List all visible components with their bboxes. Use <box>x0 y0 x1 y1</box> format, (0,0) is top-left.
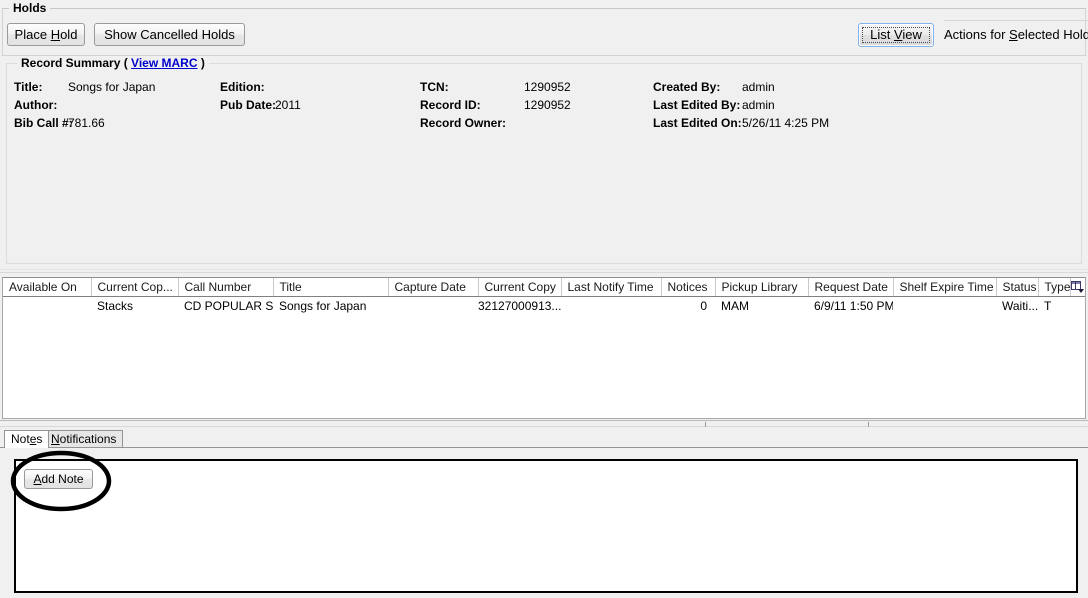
column-header-available-on[interactable]: Available On <box>3 278 92 297</box>
record-owner-label: Record Owner: <box>420 116 507 130</box>
last-edited-on-value: 5/26/11 4:25 PM <box>742 116 830 130</box>
holds-table-container: Available On Current Cop... Call Number … <box>2 277 1086 419</box>
holds-table-header-row: Available On Current Cop... Call Number … <box>3 278 1085 297</box>
author-label: Author: <box>14 98 58 112</box>
record-summary-label: Record Summary ( View MARC ) <box>17 56 209 70</box>
holds-table: Available On Current Cop... Call Number … <box>3 278 1085 315</box>
cell-pickup-library: MAM <box>721 298 749 313</box>
notes-tabstrip: Notes Notifications <box>0 430 1088 448</box>
column-header-request-date[interactable]: Request Date <box>808 278 894 297</box>
column-header-status[interactable]: Status <box>996 278 1039 297</box>
column-header-current-copy[interactable]: Current Copy <box>478 278 562 297</box>
cell-last-notify-time <box>561 296 661 315</box>
last-edited-on-label: Last Edited On: <box>653 116 742 130</box>
pub-date-value: 2011 <box>275 98 301 112</box>
created-by-label: Created By: <box>653 80 721 94</box>
tab-notes[interactable]: Notes <box>4 430 50 448</box>
table-row[interactable]: Stacks CD POPULAR S... Songs for Japan 3… <box>3 296 1085 315</box>
summary-table-splitter[interactable] <box>0 269 1088 273</box>
cell-current-copy: 32127000913... <box>478 298 561 313</box>
tabstrip-baseline <box>0 447 1088 448</box>
cell-capture-date <box>388 296 478 315</box>
notes-panel <box>14 459 1078 593</box>
column-header-call-number[interactable]: Call Number <box>178 278 274 297</box>
splitter-grip <box>868 422 869 427</box>
actions-for-selected-holds-menu[interactable]: Actions for Selected Holds <box>944 26 1088 44</box>
cell-current-copy-location: Stacks <box>97 298 134 313</box>
cell-status: Waiti... <box>1002 298 1038 313</box>
cell-call-number: CD POPULAR S... <box>184 298 273 313</box>
holds-group-label: Holds <box>9 1 51 15</box>
tcn-label: TCN: <box>420 80 449 94</box>
add-note-button[interactable]: Add Note <box>24 469 93 489</box>
cell-title: Songs for Japan <box>279 298 367 313</box>
last-edited-by-value: admin <box>742 98 775 112</box>
cell-shelf-expire-time <box>893 296 996 315</box>
tab-notifications[interactable]: Notifications <box>44 430 124 448</box>
record-id-value: 1290952 <box>524 98 571 112</box>
column-header-shelf-expire-time[interactable]: Shelf Expire Time <box>893 278 997 297</box>
cell-spacer <box>1070 296 1085 315</box>
column-header-notices[interactable]: Notices <box>661 278 716 297</box>
cell-type: T <box>1044 298 1052 313</box>
column-header-current-copy-location[interactable]: Current Cop... <box>91 278 179 297</box>
bib-call-number-label: Bib Call #: <box>14 116 73 130</box>
cell-request-date: 6/9/11 1:50 PM <box>814 298 893 313</box>
column-header-title[interactable]: Title <box>273 278 389 297</box>
list-view-button[interactable]: List View <box>858 23 934 47</box>
view-marc-link[interactable]: View MARC <box>131 56 197 70</box>
title-label: Title: <box>14 80 43 94</box>
pub-date-label: Pub Date: <box>220 98 277 112</box>
tcn-value: 1290952 <box>524 80 571 94</box>
column-header-capture-date[interactable]: Capture Date <box>388 278 479 297</box>
created-by-value: admin <box>742 80 775 94</box>
column-header-last-notify-time[interactable]: Last Notify Time <box>561 278 662 297</box>
cell-available-on <box>3 296 91 315</box>
column-picker-header[interactable] <box>1070 278 1085 297</box>
table-notes-splitter[interactable] <box>0 420 1088 428</box>
last-edited-by-label: Last Edited By: <box>653 98 741 112</box>
toolbar-divider <box>944 20 1088 21</box>
column-header-type[interactable]: Type <box>1038 278 1071 297</box>
holds-screen: Holds Place Hold Show Cancelled Holds Li… <box>0 0 1088 598</box>
place-hold-button[interactable]: Place Hold <box>7 23 85 46</box>
title-value: Songs for Japan <box>68 80 156 94</box>
edition-label: Edition: <box>220 80 265 94</box>
notes-list <box>24 495 1068 585</box>
splitter-grip <box>705 422 706 427</box>
bib-call-number-value: 781.66 <box>68 116 105 130</box>
column-header-pickup-library[interactable]: Pickup Library <box>715 278 809 297</box>
show-cancelled-holds-button[interactable]: Show Cancelled Holds <box>94 23 245 46</box>
cell-notices: 0 <box>700 298 707 313</box>
column-picker-icon[interactable] <box>1070 280 1084 293</box>
record-id-label: Record ID: <box>420 98 481 112</box>
